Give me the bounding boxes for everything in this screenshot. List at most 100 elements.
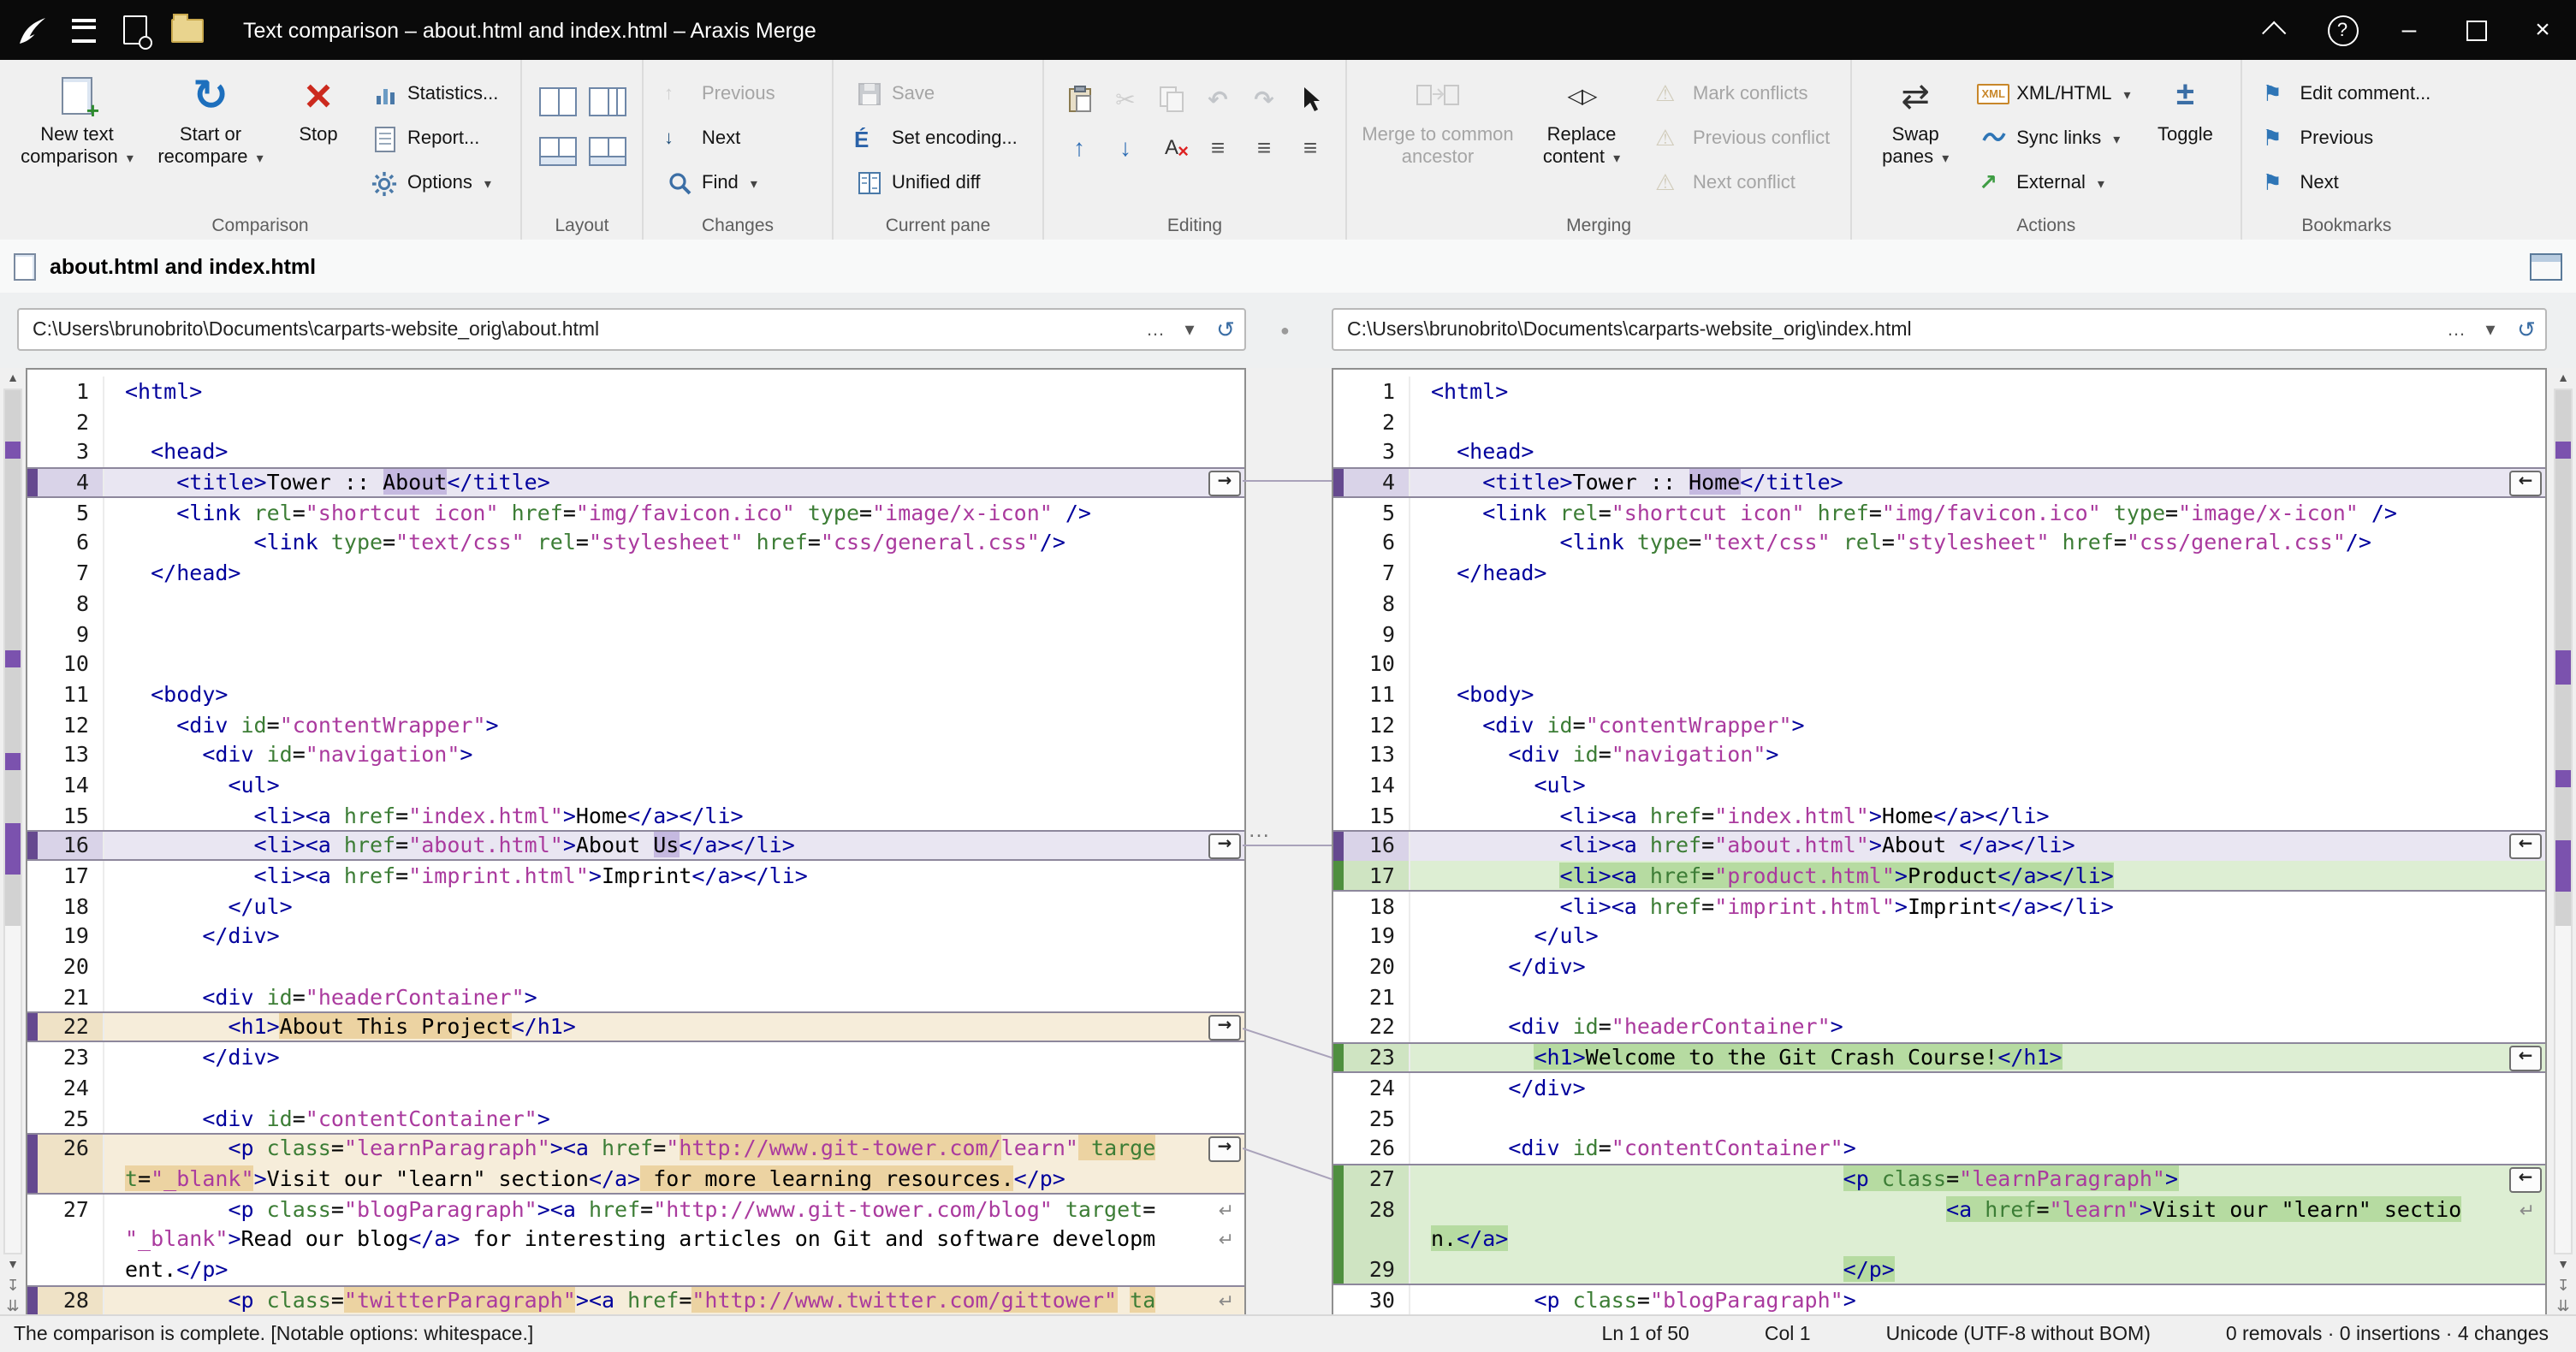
- code-line[interactable]: 1<html>: [1333, 377, 2545, 406]
- code-line[interactable]: 12 <div id="contentWrapper">: [27, 709, 1244, 739]
- line-number-gutter[interactable]: [27, 1254, 104, 1284]
- shift-lines-up-button[interactable]: ↑: [1056, 123, 1102, 171]
- line-number-gutter[interactable]: 27: [27, 1194, 104, 1224]
- code-line[interactable]: 8: [27, 589, 1244, 619]
- line-number-gutter[interactable]: 6: [1333, 528, 1410, 558]
- line-number-gutter[interactable]: 23: [27, 1042, 104, 1072]
- options-button[interactable]: Options ▾: [361, 161, 508, 205]
- code-line[interactable]: 27 <p class="blogParagraph"><a href="htt…: [27, 1194, 1244, 1224]
- line-number-gutter[interactable]: 4: [1333, 467, 1410, 497]
- code-line[interactable]: 16 <li><a href="about.html">About </a></…: [1333, 831, 2545, 861]
- line-number-gutter[interactable]: 11: [1333, 679, 1410, 709]
- code-line[interactable]: 3 <head>: [27, 437, 1244, 467]
- line-number-gutter[interactable]: 13: [27, 740, 104, 770]
- code-line[interactable]: 21: [1333, 982, 2545, 1012]
- code-line[interactable]: 7 </head>: [27, 558, 1244, 588]
- code-text[interactable]: [104, 649, 1244, 679]
- code-line[interactable]: 23 <h1>Welcome to the Git Crash Course!<…: [1333, 1042, 2545, 1072]
- xml-html-button[interactable]: XML XML/HTML ▾: [1970, 72, 2139, 116]
- code-text[interactable]: n.</a>: [1410, 1225, 2545, 1254]
- line-number-gutter[interactable]: 2: [27, 406, 104, 436]
- line-number-gutter[interactable]: 9: [1333, 619, 1410, 649]
- line-number-gutter[interactable]: 19: [27, 922, 104, 952]
- line-number-gutter[interactable]: 25: [1333, 1103, 1410, 1133]
- line-number-gutter[interactable]: 1: [27, 377, 104, 406]
- code-text[interactable]: [104, 406, 1244, 436]
- line-number-gutter[interactable]: 10: [1333, 649, 1410, 679]
- layout-two-pane-linked-button[interactable]: [534, 128, 580, 175]
- left-file-path-input[interactable]: C:\Users\brunobrito\Documents\carparts-w…: [17, 308, 1246, 351]
- code-text[interactable]: </head>: [104, 558, 1244, 588]
- code-text[interactable]: <head>: [104, 437, 1244, 467]
- minimize-button[interactable]: –: [2376, 0, 2442, 60]
- code-text[interactable]: </div>: [1410, 952, 2545, 981]
- previous-change-button[interactable]: ↑ Previous: [656, 72, 820, 116]
- last-difference-button[interactable]: ⇊: [3, 1296, 22, 1316]
- scrollbar-track[interactable]: [3, 388, 22, 1254]
- set-encoding-button[interactable]: É Set encoding...: [846, 116, 1030, 161]
- code-text[interactable]: [1410, 406, 2545, 436]
- code-text[interactable]: [1410, 1103, 2545, 1133]
- left-code-pane[interactable]: 1<html>23 <head>4 <title>Tower :: About<…: [26, 368, 1246, 1316]
- code-line[interactable]: 15 <li><a href="index.html">Home</a></li…: [27, 800, 1244, 830]
- line-number-gutter[interactable]: 16: [1333, 831, 1410, 861]
- next-difference-button[interactable]: ↧: [2554, 1275, 2573, 1296]
- code-line[interactable]: 9: [1333, 619, 2545, 649]
- line-number-gutter[interactable]: 16: [27, 831, 104, 861]
- line-number-gutter[interactable]: 24: [1333, 1073, 1410, 1103]
- code-text[interactable]: <li><a href="about.html">About Us</a></l…: [104, 831, 1244, 861]
- browse-more-button[interactable]: …: [1138, 319, 1172, 340]
- code-line[interactable]: 13 <div id="navigation">: [1333, 740, 2545, 770]
- line-number-gutter[interactable]: 30: [1333, 1284, 1410, 1314]
- line-number-gutter[interactable]: [27, 1225, 104, 1254]
- code-text[interactable]: </div>: [1410, 1073, 2545, 1103]
- line-number-gutter[interactable]: 8: [27, 589, 104, 619]
- line-number-gutter[interactable]: 28: [27, 1284, 104, 1314]
- line-number-gutter[interactable]: 15: [27, 800, 104, 830]
- merge-right-button[interactable]: →: [1208, 1016, 1241, 1041]
- line-number-gutter[interactable]: 15: [1333, 800, 1410, 830]
- path-dropdown-button[interactable]: ▾: [2473, 318, 2508, 341]
- merge-right-button[interactable]: →: [1208, 834, 1241, 860]
- merge-right-button[interactable]: →: [1208, 471, 1241, 496]
- code-text[interactable]: [104, 952, 1244, 981]
- paste-button[interactable]: [1056, 75, 1102, 123]
- find-button[interactable]: Find ▾: [656, 161, 820, 205]
- toggle-button[interactable]: ± Toggle: [2142, 65, 2228, 217]
- merge-right-button[interactable]: →: [1208, 1136, 1241, 1162]
- code-line[interactable]: 5 <link rel="shortcut icon" href="img/fa…: [1333, 498, 2545, 528]
- code-text[interactable]: </ul>: [1410, 922, 2545, 952]
- code-line[interactable]: 19 </div>: [27, 922, 1244, 952]
- line-number-gutter[interactable]: 29: [1333, 1254, 1410, 1284]
- line-number-gutter[interactable]: 24: [27, 1073, 104, 1103]
- code-text[interactable]: <html>: [104, 377, 1244, 406]
- line-number-gutter[interactable]: 28: [1333, 1194, 1410, 1224]
- code-line[interactable]: 2: [1333, 406, 2545, 436]
- line-number-gutter[interactable]: 2: [1333, 406, 1410, 436]
- line-number-gutter[interactable]: 6: [27, 528, 104, 558]
- document-tab-title[interactable]: about.html and index.html: [50, 254, 316, 278]
- line-number-gutter[interactable]: 18: [1333, 891, 1410, 921]
- last-difference-button[interactable]: ⇊: [2554, 1296, 2573, 1316]
- line-number-gutter[interactable]: 1: [1333, 377, 1410, 406]
- code-line[interactable]: 25: [1333, 1103, 2545, 1133]
- sync-links-button[interactable]: Sync links ▾: [1970, 116, 2139, 161]
- code-text[interactable]: [1410, 982, 2545, 1012]
- code-line[interactable]: 4 <title>Tower :: About</title>→: [27, 467, 1244, 497]
- code-line[interactable]: 4 <title>Tower :: Home</title>←: [1333, 467, 2545, 497]
- code-text[interactable]: </head>: [1410, 558, 2545, 588]
- code-line[interactable]: 17 <li><a href="imprint.html">Imprint</a…: [27, 861, 1244, 891]
- line-number-gutter[interactable]: 4: [27, 467, 104, 497]
- line-number-gutter[interactable]: 26: [1333, 1133, 1410, 1163]
- code-text[interactable]: <ul>: [1410, 770, 2545, 800]
- code-line[interactable]: 12 <div id="contentWrapper">: [1333, 709, 2545, 739]
- open-button[interactable]: [161, 0, 212, 60]
- code-text[interactable]: [1410, 619, 2545, 649]
- code-text[interactable]: <p class="learnParagraph"><a href="http:…: [104, 1133, 1244, 1163]
- stop-button[interactable]: × Stop: [279, 65, 358, 217]
- code-text[interactable]: <link type="text/css" rel="stylesheet" h…: [104, 528, 1244, 558]
- merge-left-button[interactable]: ←: [2509, 834, 2542, 860]
- maximize-button[interactable]: [2442, 0, 2509, 60]
- line-number-gutter[interactable]: 11: [27, 679, 104, 709]
- next-conflict-button[interactable]: ⚠ Next conflict: [1647, 161, 1838, 205]
